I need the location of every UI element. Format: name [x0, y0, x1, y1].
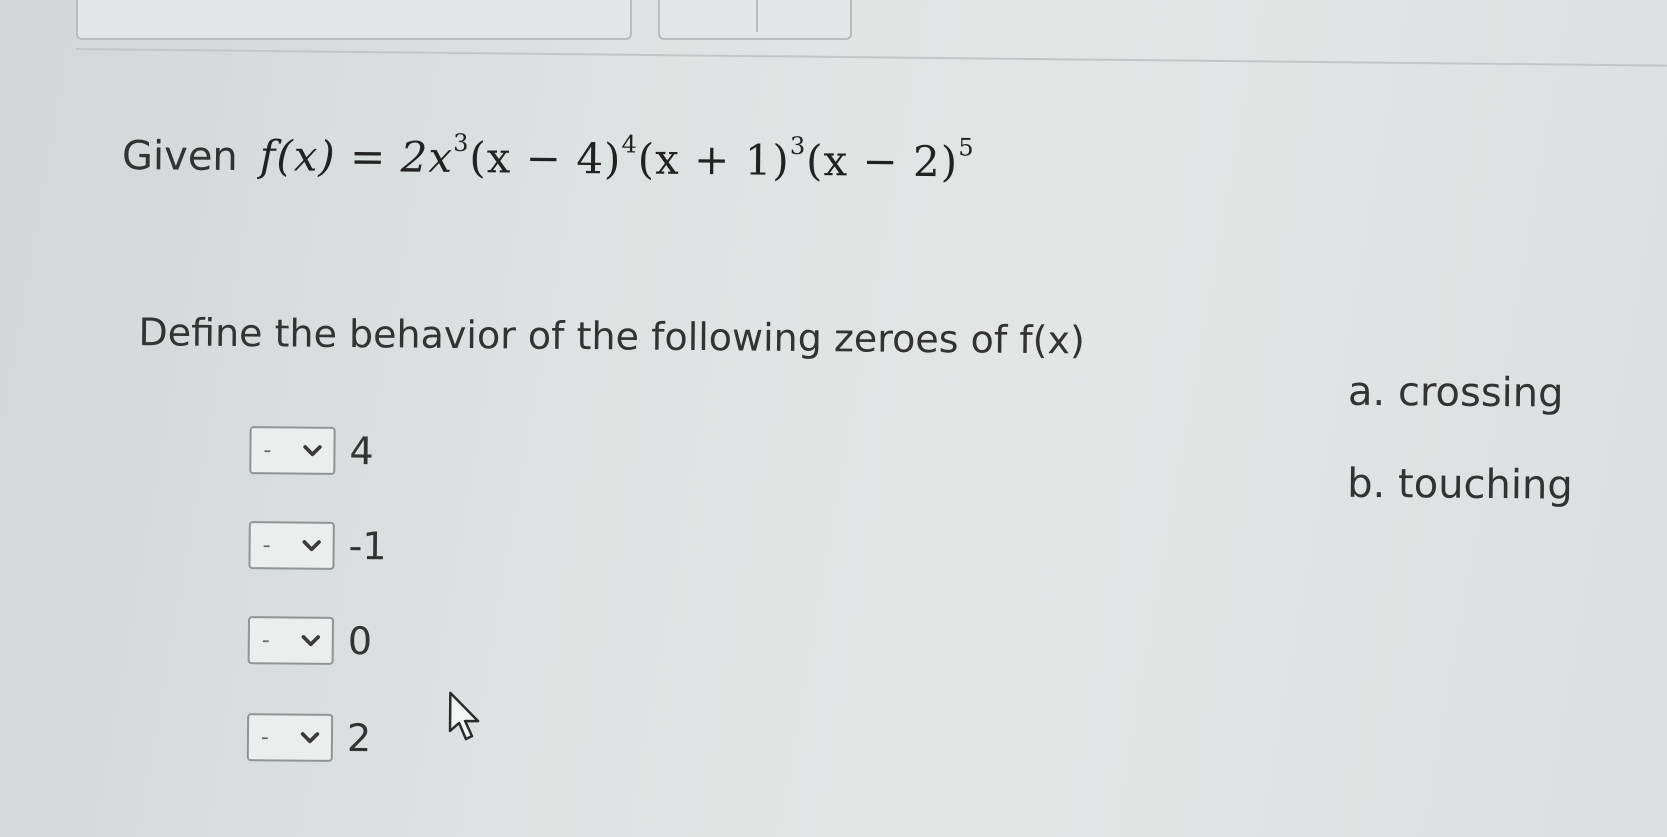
- screen: Given f(x) = 2x3(x − 4)4(x + 1)3(x − 2)5…: [0, 0, 1667, 837]
- zero-neg1-select[interactable]: -: [248, 521, 335, 570]
- mouse-cursor-icon: [448, 691, 480, 741]
- given-label: Given: [121, 133, 238, 181]
- select-value: -: [263, 437, 272, 463]
- zero-2-select[interactable]: -: [246, 713, 334, 762]
- zero-label: 4: [349, 429, 374, 474]
- zero-4-select[interactable]: -: [249, 426, 336, 475]
- zero-row-4: - 4: [249, 426, 374, 475]
- zero-row-2: - 2: [246, 713, 372, 762]
- chevron-down-icon: [303, 445, 322, 457]
- formula-exponent-4: 5: [958, 133, 975, 162]
- select-value: -: [261, 627, 270, 653]
- formula-factor-2: (x + 1): [637, 134, 791, 185]
- option-crossing: a. crossing: [1347, 368, 1564, 417]
- formula-factor-3: (x − 2): [805, 135, 959, 187]
- formula-exponent-2: 4: [621, 130, 638, 159]
- zero-row-neg1: - -1: [248, 521, 387, 570]
- zero-label: 2: [346, 716, 372, 761]
- formula-exponent-1: 3: [453, 128, 470, 158]
- chevron-down-icon: [301, 635, 321, 647]
- question-prompt: Given f(x) = 2x3(x − 4)4(x + 1)3(x − 2)5: [121, 128, 975, 187]
- zero-label: -1: [348, 524, 387, 569]
- instruction-text: Define the behavior of the following zer…: [138, 310, 1085, 363]
- zero-label: 0: [347, 619, 373, 664]
- option-touching: b. touching: [1347, 460, 1573, 509]
- chevron-down-icon: [300, 732, 320, 744]
- question-panel: Given f(x) = 2x3(x − 4)4(x + 1)3(x − 2)5…: [0, 0, 1667, 837]
- function-formula: f(x) = 2x3(x − 4)4(x + 1)3(x − 2)5: [259, 128, 975, 187]
- answer-options-list: a. crossing b. touching: [1347, 366, 1574, 552]
- formula-factor-1: (x − 4): [469, 133, 622, 184]
- chevron-down-icon: [302, 540, 321, 552]
- zero-row-0: - 0: [247, 616, 373, 665]
- formula-exponent-3: 3: [789, 131, 807, 160]
- zero-0-select[interactable]: -: [247, 616, 335, 665]
- select-value: -: [260, 724, 270, 750]
- formula-lhs: f(x) = 2x: [259, 131, 454, 182]
- select-value: -: [262, 532, 271, 558]
